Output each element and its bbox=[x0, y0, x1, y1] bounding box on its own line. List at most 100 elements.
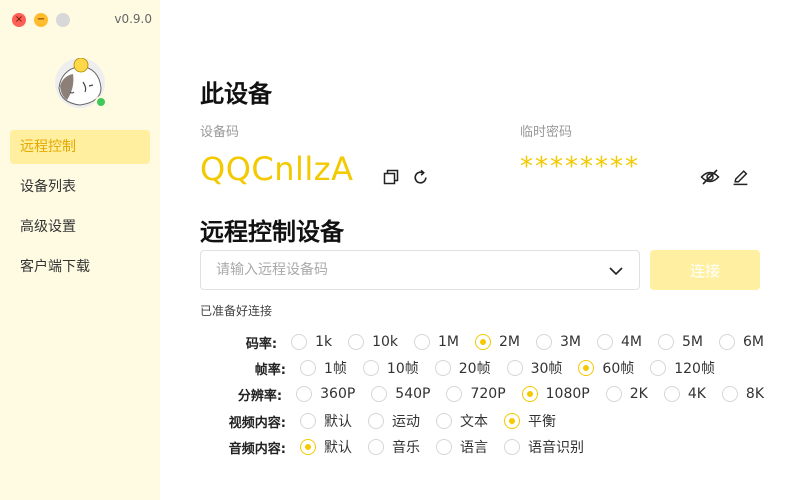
close-window-button[interactable]: × bbox=[12, 13, 26, 27]
radio-option[interactable]: 6M bbox=[719, 334, 764, 350]
connection-status: 已准备好连接 bbox=[200, 304, 273, 318]
radio-option[interactable]: 20帧 bbox=[434, 358, 491, 378]
minimize-window-button[interactable]: − bbox=[34, 13, 48, 27]
radio-group-bitrate: 1k 10k 1M 2M 3M 4M 5M 6M bbox=[291, 334, 780, 350]
sidebar-item-remote-control[interactable]: 远程控制 bbox=[10, 130, 150, 164]
connect-button[interactable]: 连接 bbox=[650, 250, 760, 290]
temp-password: ******** bbox=[520, 152, 640, 182]
radio-unselected[interactable] bbox=[300, 360, 316, 376]
radio-option[interactable]: 10k bbox=[348, 334, 398, 350]
radio-option-label: 默认 bbox=[324, 414, 352, 430]
radio-option[interactable]: 3M bbox=[536, 334, 581, 350]
refresh-button[interactable] bbox=[409, 166, 431, 188]
radio-option[interactable]: 1080P bbox=[521, 386, 590, 402]
radio-option[interactable]: 4K bbox=[663, 386, 706, 402]
radio-unselected[interactable] bbox=[650, 360, 667, 376]
radio-unselected[interactable] bbox=[296, 386, 313, 402]
sidebar-item-advanced-settings[interactable]: 高级设置 bbox=[10, 210, 150, 244]
radio-unselected[interactable] bbox=[300, 413, 316, 429]
radio-option-label: 1帧 bbox=[324, 361, 347, 377]
radio-option[interactable]: 8K bbox=[721, 386, 764, 402]
radio-option[interactable]: 音乐 bbox=[368, 437, 420, 457]
radio-unselected[interactable] bbox=[597, 334, 613, 350]
radio-selected[interactable] bbox=[521, 386, 538, 402]
temp-password-label: 临时密码 bbox=[520, 125, 573, 140]
radio-unselected[interactable] bbox=[291, 334, 308, 350]
radio-selected[interactable] bbox=[475, 334, 491, 350]
radio-option[interactable]: 运动 bbox=[368, 411, 420, 431]
radio-unselected[interactable] bbox=[536, 334, 552, 350]
radio-option[interactable]: 60帧 bbox=[578, 358, 634, 378]
radio-unselected[interactable] bbox=[504, 439, 520, 455]
remote-device-code-combobox[interactable] bbox=[200, 250, 640, 290]
sidebar-item-device-list[interactable]: 设备列表 bbox=[10, 170, 150, 204]
radio-option-label: 60帧 bbox=[602, 361, 635, 377]
copy-icon bbox=[383, 169, 399, 185]
radio-option[interactable]: 4M bbox=[597, 334, 642, 350]
radio-option[interactable]: 30帧 bbox=[506, 358, 562, 378]
window-controls: × − bbox=[12, 13, 70, 27]
radio-option[interactable]: 5M bbox=[658, 334, 703, 350]
radio-option-label: 默认 bbox=[324, 440, 352, 456]
radio-unselected[interactable] bbox=[436, 439, 452, 455]
radio-option[interactable]: 2K bbox=[605, 386, 648, 402]
sidebar-item-client-download[interactable]: 客户端下载 bbox=[10, 250, 150, 284]
radio-option[interactable]: 360P bbox=[296, 386, 355, 402]
radio-unselected[interactable] bbox=[658, 334, 674, 350]
radio-option[interactable]: 540P bbox=[371, 386, 430, 402]
radio-option[interactable]: 1k bbox=[291, 334, 332, 350]
radio-option[interactable]: 120帧 bbox=[650, 358, 715, 378]
radio-unselected[interactable] bbox=[348, 334, 365, 350]
radio-option-label: 运动 bbox=[392, 414, 420, 430]
radio-unselected[interactable] bbox=[368, 413, 384, 429]
setting-label-bitrate: 码率: bbox=[245, 336, 278, 352]
radio-option[interactable]: 默认 bbox=[300, 411, 352, 431]
radio-unselected[interactable] bbox=[436, 413, 452, 429]
radio-option-label: 4M bbox=[621, 334, 642, 350]
remote-device-code-input[interactable] bbox=[201, 251, 601, 289]
radio-option[interactable]: 1M bbox=[414, 334, 459, 350]
radio-option-label: 4K bbox=[687, 386, 706, 402]
radio-option-label: 音乐 bbox=[392, 440, 420, 456]
radio-option[interactable]: 2M bbox=[475, 334, 520, 350]
radio-option[interactable]: 语音识别 bbox=[504, 437, 584, 457]
copy-button[interactable] bbox=[380, 166, 402, 188]
radio-selected[interactable] bbox=[504, 413, 520, 429]
radio-option[interactable]: 平衡 bbox=[504, 411, 556, 431]
radio-option-label: 1080P bbox=[545, 386, 590, 402]
radio-unselected[interactable] bbox=[721, 386, 738, 402]
radio-selected[interactable] bbox=[300, 439, 316, 455]
radio-unselected[interactable] bbox=[362, 360, 379, 376]
radio-option[interactable]: 文本 bbox=[436, 411, 488, 431]
radio-option-label: 1k bbox=[315, 334, 333, 350]
sidebar: × − v0.9.0 远程控制 设备列表 高级设置 客户端下载 bbox=[0, 0, 160, 500]
radio-unselected[interactable] bbox=[371, 386, 388, 402]
radio-unselected[interactable] bbox=[719, 334, 735, 350]
radio-option-label: 10帧 bbox=[386, 361, 419, 377]
radio-unselected[interactable] bbox=[446, 386, 463, 402]
setting-row-video-content: 视频内容: 默认 运动 文本 平衡 bbox=[200, 410, 780, 432]
radio-option[interactable]: 语言 bbox=[436, 437, 488, 457]
radio-group-audio-content: 默认 音乐 语言 语音识别 bbox=[300, 437, 600, 457]
radio-option-label: 2M bbox=[499, 334, 520, 350]
radio-option[interactable]: 10帧 bbox=[362, 358, 419, 378]
app-version: v0.9.0 bbox=[114, 12, 152, 26]
toggle-password-visibility-button[interactable] bbox=[699, 166, 721, 188]
radio-selected[interactable] bbox=[578, 360, 595, 376]
radio-option[interactable]: 720P bbox=[446, 386, 506, 402]
chevron-down-icon[interactable] bbox=[607, 262, 625, 280]
close-icon: × bbox=[14, 14, 24, 25]
radio-option[interactable]: 默认 bbox=[300, 437, 352, 457]
radio-option[interactable]: 1帧 bbox=[300, 358, 347, 378]
radio-unselected[interactable] bbox=[506, 360, 523, 376]
radio-unselected[interactable] bbox=[434, 360, 451, 376]
avatar[interactable] bbox=[55, 57, 107, 108]
edit-password-button[interactable] bbox=[729, 166, 751, 188]
setting-row-resolution: 分辨率: 360P 540P 720P 1080P 2K 4K 8K bbox=[200, 383, 780, 405]
radio-unselected[interactable] bbox=[605, 386, 622, 402]
setting-row-framerate: 帧率: 1帧 10帧 20帧 30帧 60帧 120帧 bbox=[200, 357, 780, 379]
radio-unselected[interactable] bbox=[663, 386, 680, 402]
radio-unselected[interactable] bbox=[414, 334, 430, 350]
maximize-window-button[interactable] bbox=[56, 13, 70, 27]
radio-unselected[interactable] bbox=[368, 439, 384, 455]
